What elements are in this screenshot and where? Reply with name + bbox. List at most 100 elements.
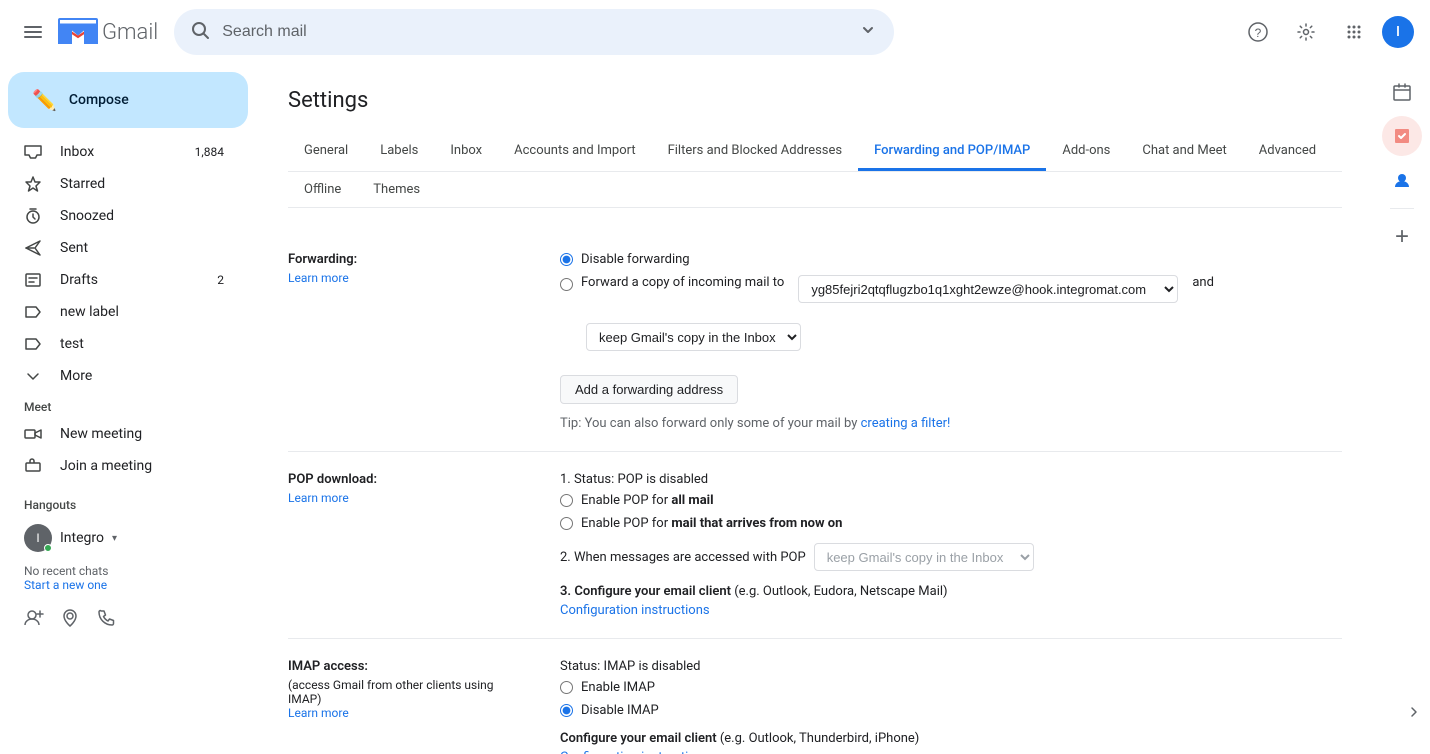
subtab-offline[interactable]: Offline — [288, 172, 357, 207]
hangouts-section: Hangouts I Integro ▾ No recent chats Sta… — [0, 482, 256, 600]
tab-chat-meet[interactable]: Chat and Meet — [1126, 133, 1242, 171]
sidebar-item-test[interactable]: test — [0, 328, 240, 360]
pop-all-mail-radio[interactable] — [560, 494, 573, 507]
contacts-icon-button[interactable] — [1382, 160, 1422, 200]
start-new-chat[interactable]: Start a new one — [24, 578, 240, 592]
meet-section-label: Meet — [0, 392, 256, 418]
tab-general[interactable]: General — [288, 133, 364, 171]
tab-forwarding-pop-imap[interactable]: Forwarding and POP/IMAP — [858, 133, 1046, 171]
add-forwarding-address-button[interactable]: Add a forwarding address — [560, 375, 738, 404]
new-meeting-label: New meeting — [60, 426, 224, 442]
avatar[interactable]: I — [1382, 16, 1414, 48]
snoozed-icon — [24, 207, 44, 225]
right-panel: + — [1374, 64, 1430, 754]
sidebar-item-new-label[interactable]: new label — [0, 296, 240, 328]
imap-learn-more[interactable]: Learn more — [288, 706, 528, 720]
imap-access-row: IMAP access: (access Gmail from other cl… — [288, 639, 1342, 754]
sidebar-item-inbox[interactable]: Inbox 1,884 — [0, 136, 240, 168]
forwarding-learn-more[interactable]: Learn more — [288, 271, 528, 285]
forwarding-row: Forwarding: Learn more Disable forwardin… — [288, 232, 1342, 452]
starred-label: Starred — [60, 176, 224, 192]
sidebar-item-drafts[interactable]: Drafts 2 — [0, 264, 240, 296]
topbar-right: ? I — [1238, 12, 1414, 52]
tab-inbox[interactable]: Inbox — [434, 133, 498, 171]
forwarding-option-disable: Disable forwarding — [560, 252, 1342, 267]
apps-icon-button[interactable] — [1334, 12, 1374, 52]
imap-disable-label: Disable IMAP — [581, 703, 659, 718]
sidebar-item-snoozed[interactable]: Snoozed — [0, 200, 240, 232]
compose-label: Compose — [69, 92, 129, 108]
settings-title: Settings — [288, 88, 1342, 113]
imap-option2: Disable IMAP — [560, 703, 1342, 718]
tab-add-ons[interactable]: Add-ons — [1046, 133, 1126, 171]
forwarding-label-title: Forwarding: — [288, 252, 528, 267]
add-person-icon[interactable] — [24, 608, 44, 632]
pop-config-label: 3. Configure your email client (e.g. Out… — [560, 584, 948, 599]
imap-config-link[interactable]: Configuration instructions — [560, 750, 1342, 754]
imap-disable-radio[interactable] — [560, 704, 573, 717]
tab-accounts-import[interactable]: Accounts and Import — [498, 133, 651, 171]
pop-learn-more[interactable]: Learn more — [288, 491, 528, 505]
right-panel-collapse[interactable] — [1406, 704, 1422, 724]
imap-status: Status: IMAP is disabled — [560, 659, 1342, 674]
help-icon-button[interactable]: ? — [1238, 12, 1278, 52]
pop-all-label: Enable POP for all mail — [581, 493, 714, 508]
hangouts-title: Hangouts — [24, 498, 240, 512]
creating-filter-link[interactable]: creating a filter! — [861, 416, 951, 431]
phone-icon[interactable] — [96, 608, 116, 632]
compose-icon: ✏️ — [32, 88, 57, 112]
location-icon[interactable] — [60, 608, 80, 632]
sidebar-item-join-meeting[interactable]: Join a meeting — [0, 450, 240, 482]
settings-icon-button[interactable] — [1286, 12, 1326, 52]
forwarding-forward-radio[interactable] — [560, 278, 573, 291]
imap-config-label: Configure your email client (e.g. Outloo… — [560, 731, 919, 746]
test-label: test — [60, 336, 224, 352]
tab-filters[interactable]: Filters and Blocked Addresses — [652, 133, 859, 171]
pop-option2: Enable POP for mail that arrives from no… — [560, 516, 1342, 531]
pop-status: 1. Status: POP is disabled — [560, 472, 1342, 487]
drafts-label: Drafts — [60, 272, 217, 288]
sidebar-item-sent[interactable]: Sent — [0, 232, 240, 264]
search-dropdown-icon[interactable] — [858, 20, 878, 44]
main-layout: ✏️ Compose Inbox 1,884 Starred Snoozed — [0, 64, 1430, 754]
compose-button[interactable]: ✏️ Compose — [8, 72, 248, 128]
sidebar-item-new-meeting[interactable]: New meeting — [0, 418, 240, 450]
pop-when-select[interactable]: keep Gmail's copy in the Inbox — [814, 543, 1034, 571]
imap-enable-label: Enable IMAP — [581, 680, 655, 695]
hangout-avatar: I — [24, 524, 52, 552]
label-icon-1 — [24, 303, 44, 321]
forwarding-label-col: Forwarding: Learn more — [288, 252, 528, 285]
gmail-logo: Gmail — [58, 18, 158, 46]
search-input[interactable] — [222, 23, 858, 41]
subtab-themes[interactable]: Themes — [357, 172, 436, 207]
hangout-user-name: Integro — [60, 530, 104, 546]
settings-tabs: General Labels Inbox Accounts and Import… — [288, 133, 1342, 172]
tab-labels[interactable]: Labels — [364, 133, 434, 171]
imap-label-sub: (access Gmail from other clients using I… — [288, 678, 528, 706]
right-panel-add-button[interactable]: + — [1382, 217, 1422, 257]
gmail-logo-text: Gmail — [102, 20, 158, 45]
forwarding-content: Disable forwarding Forward a copy of inc… — [560, 252, 1342, 431]
sidebar-item-starred[interactable]: Starred — [0, 168, 240, 200]
imap-enable-radio[interactable] — [560, 681, 573, 694]
hangout-user-item[interactable]: I Integro ▾ — [24, 520, 240, 556]
settings-container: Settings General Labels Inbox Accounts a… — [256, 64, 1374, 754]
forwarding-email-select[interactable]: yg85fejri2qtqflugzbo1q1xght2ewze@hook.in… — [798, 275, 1178, 303]
pop-now-radio[interactable] — [560, 517, 573, 530]
tab-advanced[interactable]: Advanced — [1243, 133, 1332, 171]
settings-rows: Forwarding: Learn more Disable forwardin… — [288, 232, 1342, 754]
forwarding-disable-label: Disable forwarding — [581, 252, 690, 267]
menu-icon[interactable] — [16, 15, 50, 49]
forwarding-option-forward: Forward a copy of incoming mail to yg85f… — [560, 275, 1342, 351]
tasks-icon-button[interactable] — [1382, 116, 1422, 156]
sidebar-item-more[interactable]: More — [0, 360, 240, 392]
keep-copy-select[interactable]: keep Gmail's copy in the Inbox delete Gm… — [586, 323, 801, 351]
pop-config-link[interactable]: Configuration instructions — [560, 603, 1342, 618]
label-icon-2 — [24, 335, 44, 353]
search-icon — [190, 20, 210, 44]
calendar-icon-button[interactable] — [1382, 72, 1422, 112]
new-label-label: new label — [60, 304, 224, 320]
forwarding-disable-radio[interactable] — [560, 253, 573, 266]
sent-icon — [24, 239, 44, 257]
svg-text:?: ? — [1255, 26, 1262, 40]
